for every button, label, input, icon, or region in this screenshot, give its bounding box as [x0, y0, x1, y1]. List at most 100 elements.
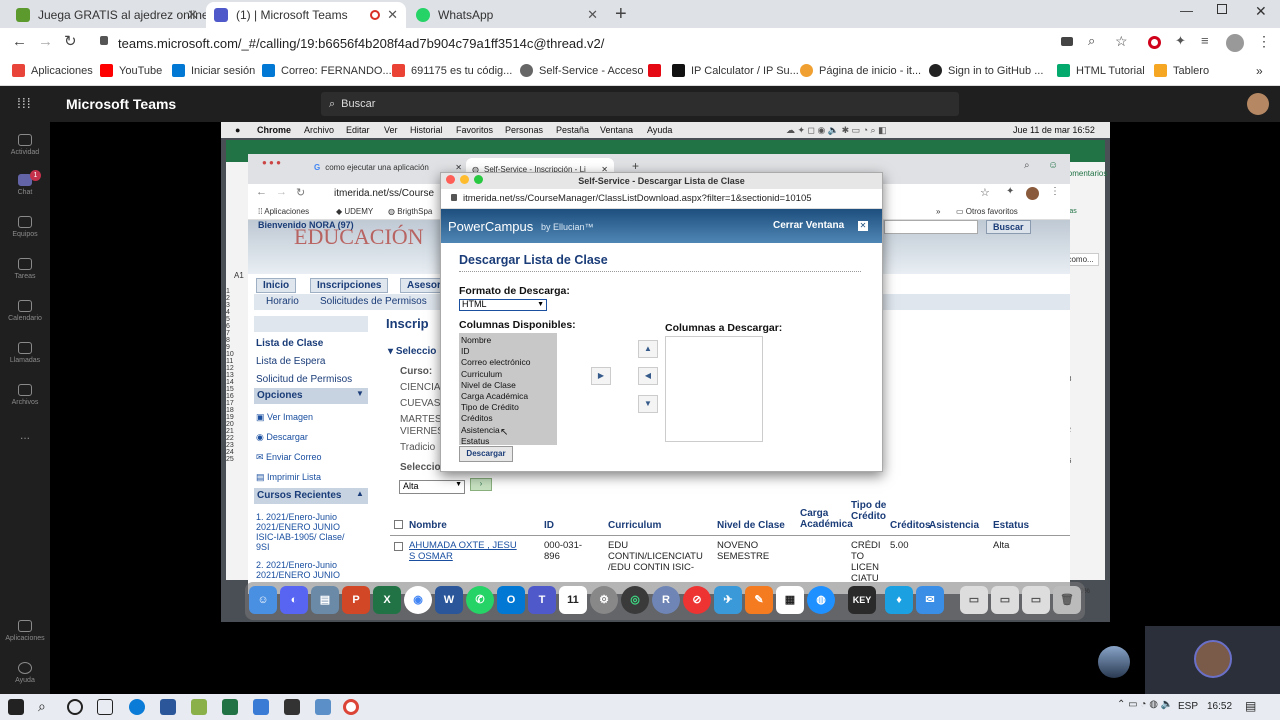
menu-item[interactable]: Archivo [304, 125, 334, 135]
close-icon[interactable]: ✕ [587, 7, 598, 23]
menu-item[interactable]: Ver [384, 125, 398, 135]
rail-item-tasks[interactable]: Tareas [0, 258, 50, 280]
bookmark[interactable]: Self-Service - Acceso [520, 64, 644, 77]
move-up-button[interactable]: ▲ [638, 340, 658, 358]
close-icon[interactable]: ✕ [858, 221, 868, 231]
menu-item[interactable]: Favoritos [456, 125, 493, 135]
menu-item[interactable]: Personas [505, 125, 543, 135]
close-icon[interactable]: ✕ [187, 7, 198, 23]
document-icon[interactable]: ▭ [960, 586, 988, 614]
word-icon[interactable] [160, 699, 176, 715]
gitmind-icon[interactable]: ⊘ [683, 586, 711, 614]
outlook-icon[interactable]: O [497, 586, 525, 614]
back-icon[interactable]: ← [256, 186, 267, 198]
terminal-icon[interactable] [284, 699, 300, 715]
bookmark[interactable]: Sign in to GitHub ... [929, 64, 1043, 77]
column-header[interactable]: Créditos [890, 520, 931, 531]
task-view-icon[interactable] [97, 699, 113, 715]
more-apps-button[interactable]: ... [0, 428, 50, 442]
menu-item[interactable]: Pestaña [556, 125, 589, 135]
list-item[interactable]: Créditos [461, 413, 555, 424]
column-header[interactable]: Nivel de Clase [717, 520, 785, 531]
app-icon[interactable] [253, 699, 269, 715]
move-right-button[interactable]: ▶ [591, 367, 611, 385]
avatar[interactable] [1194, 640, 1232, 678]
bookmark[interactable]: HTML Tutorial [1057, 64, 1145, 77]
select-all-checkbox[interactable] [394, 520, 403, 529]
download-link[interactable]: ◉ Descargar [256, 432, 308, 443]
view-image-link[interactable]: ▣ Ver Imagen [256, 412, 313, 423]
pages-icon[interactable]: ✎ [745, 586, 773, 614]
tipard-icon[interactable]: ♦ [885, 586, 913, 614]
zoom-icon[interactable]: ⌕ [1088, 33, 1095, 49]
bookmark[interactable]: ◆ UDEMY [336, 207, 373, 216]
word-icon[interactable]: W [435, 586, 463, 614]
move-down-button[interactable]: ▼ [638, 395, 658, 413]
windows-start-icon[interactable] [8, 699, 24, 715]
preview-icon[interactable]: ▤ [311, 586, 339, 614]
collapse-icon[interactable]: ▼ [356, 389, 364, 398]
menu-item[interactable]: Editar [346, 125, 370, 135]
forward-icon[interactable]: → [38, 33, 53, 50]
mail-icon[interactable]: ✉ [916, 586, 944, 614]
bookmark[interactable]: Aplicaciones [12, 64, 93, 77]
star-icon[interactable]: ☆ [1115, 33, 1128, 50]
document-icon[interactable]: ▭ [1022, 586, 1050, 614]
trash-icon[interactable]: 🗑 [1053, 586, 1081, 614]
column-header[interactable]: Curriculum [608, 520, 661, 531]
extensions-icon[interactable]: ✦ [1175, 33, 1186, 49]
bookmark[interactable]: ◍ BrigthSpa [388, 207, 432, 216]
print-link[interactable]: ▤ Imprimir Lista [256, 472, 321, 483]
sidebar-item-permissions[interactable]: Solicitud de Permisos [256, 374, 352, 385]
excel-icon[interactable]: X [373, 586, 401, 614]
nav-home[interactable]: Inicio [256, 278, 297, 293]
list-item[interactable]: Nombre [461, 335, 555, 346]
collapse-icon[interactable]: ▲ [356, 489, 364, 498]
list-item[interactable]: Tipo de Crédito [461, 402, 555, 413]
recent-course[interactable]: 1. 2021/Enero-Junio 2021/ENERO JUNIO ISI… [256, 512, 360, 552]
close-icon[interactable]: ✕ [387, 7, 398, 23]
search-input[interactable] [884, 220, 978, 234]
list-item[interactable]: Carga Académica [461, 391, 555, 402]
list-item[interactable]: ID [461, 346, 555, 357]
reading-list-icon[interactable]: ≡ [1201, 33, 1209, 48]
section-toggle[interactable]: ▾ Seleccio [388, 346, 436, 357]
close-icon[interactable]: ✕ [455, 163, 462, 172]
subnav-schedule[interactable]: Horario [266, 296, 299, 307]
go-button[interactable]: › [470, 478, 492, 491]
menu-item[interactable]: Historial [410, 125, 443, 135]
edge-icon[interactable]: ◍ [807, 586, 835, 614]
menu-icon[interactable]: ⋮ [1257, 33, 1271, 50]
bookmark[interactable]: IP Calculator / IP Su... [672, 64, 799, 77]
star-icon[interactable]: ☆ [980, 186, 990, 199]
avatar[interactable] [1226, 34, 1244, 52]
settings-icon[interactable]: ⚙ [590, 586, 618, 614]
column-header[interactable]: Estatus [993, 520, 1029, 531]
url-field[interactable]: teams.microsoft.com/_#/calling/19:b6656f… [118, 33, 1078, 53]
search-icon[interactable]: ⌕ [38, 698, 46, 715]
finder-icon[interactable]: ☺ [249, 586, 277, 614]
bookmark[interactable]: ⁞⁞ Aplicaciones [258, 207, 309, 216]
language-indicator[interactable]: ESP [1178, 701, 1198, 712]
cell-reference[interactable]: A1 [234, 271, 244, 280]
reload-icon[interactable]: ↻ [64, 32, 77, 50]
popup-url[interactable]: itmerida.net/ss/CourseManager/ClassListD… [463, 193, 812, 204]
other-favorites[interactable]: ▭ Otros favoritos [956, 207, 1018, 216]
tab-teams[interactable]: (1) | Microsoft Teams ✕ [206, 2, 406, 28]
app-launcher-icon[interactable]: ⁞⁞⁞ [17, 95, 32, 111]
chrome-icon[interactable]: ◉ [404, 586, 432, 614]
participant-avatar[interactable] [1098, 646, 1130, 678]
format-select[interactable]: HTML ▼ [459, 299, 547, 311]
options-header[interactable]: Opciones ▼ [254, 388, 368, 404]
edge-icon[interactable] [129, 699, 145, 715]
column-header[interactable]: Nombre [409, 520, 447, 531]
column-header[interactable]: Tipo de Crédito [851, 500, 891, 522]
smiley-icon[interactable]: ☺ [1048, 160, 1058, 171]
extensions-icon[interactable]: ✦ [1006, 186, 1014, 197]
recent-course[interactable]: 2. 2021/Enero-Junio 2021/ENERO JUNIO [256, 560, 360, 580]
rail-item-help[interactable]: Ayuda [0, 662, 50, 684]
chrome-icon[interactable] [343, 699, 359, 715]
traffic-lights[interactable]: ● ● ● [262, 158, 281, 167]
maximize-button[interactable] [1217, 4, 1227, 14]
menu-item[interactable]: Ventana [600, 125, 633, 135]
